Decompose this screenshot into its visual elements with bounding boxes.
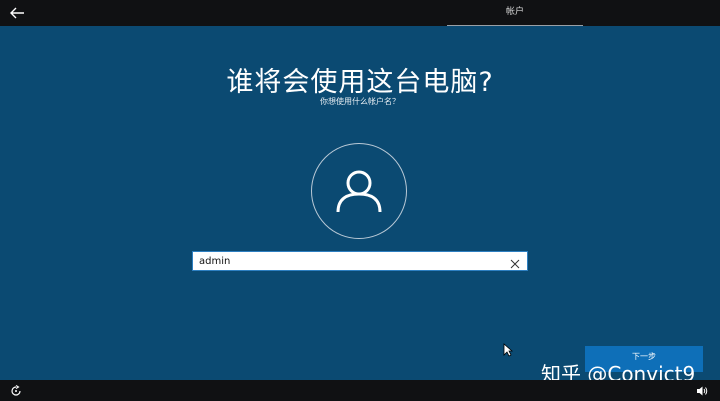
close-icon <box>510 259 520 269</box>
volume-icon[interactable] <box>696 385 708 397</box>
step-label-account: 帐户 <box>447 0 583 26</box>
avatar <box>311 143 407 239</box>
back-button[interactable] <box>6 3 28 23</box>
page-title: 谁将会使用这台电脑? <box>226 67 494 98</box>
username-field-container <box>192 251 528 271</box>
top-bar: 帐户 <box>0 0 720 26</box>
bottom-bar <box>0 380 720 401</box>
mouse-pointer-icon <box>503 343 513 357</box>
ease-of-access-icon[interactable] <box>10 385 22 397</box>
user-icon <box>336 170 382 213</box>
clear-button[interactable] <box>509 255 521 269</box>
page-subtitle: 你想使用什么帐户名？ <box>320 97 400 106</box>
back-arrow-icon <box>10 7 24 19</box>
username-input[interactable] <box>193 253 499 269</box>
